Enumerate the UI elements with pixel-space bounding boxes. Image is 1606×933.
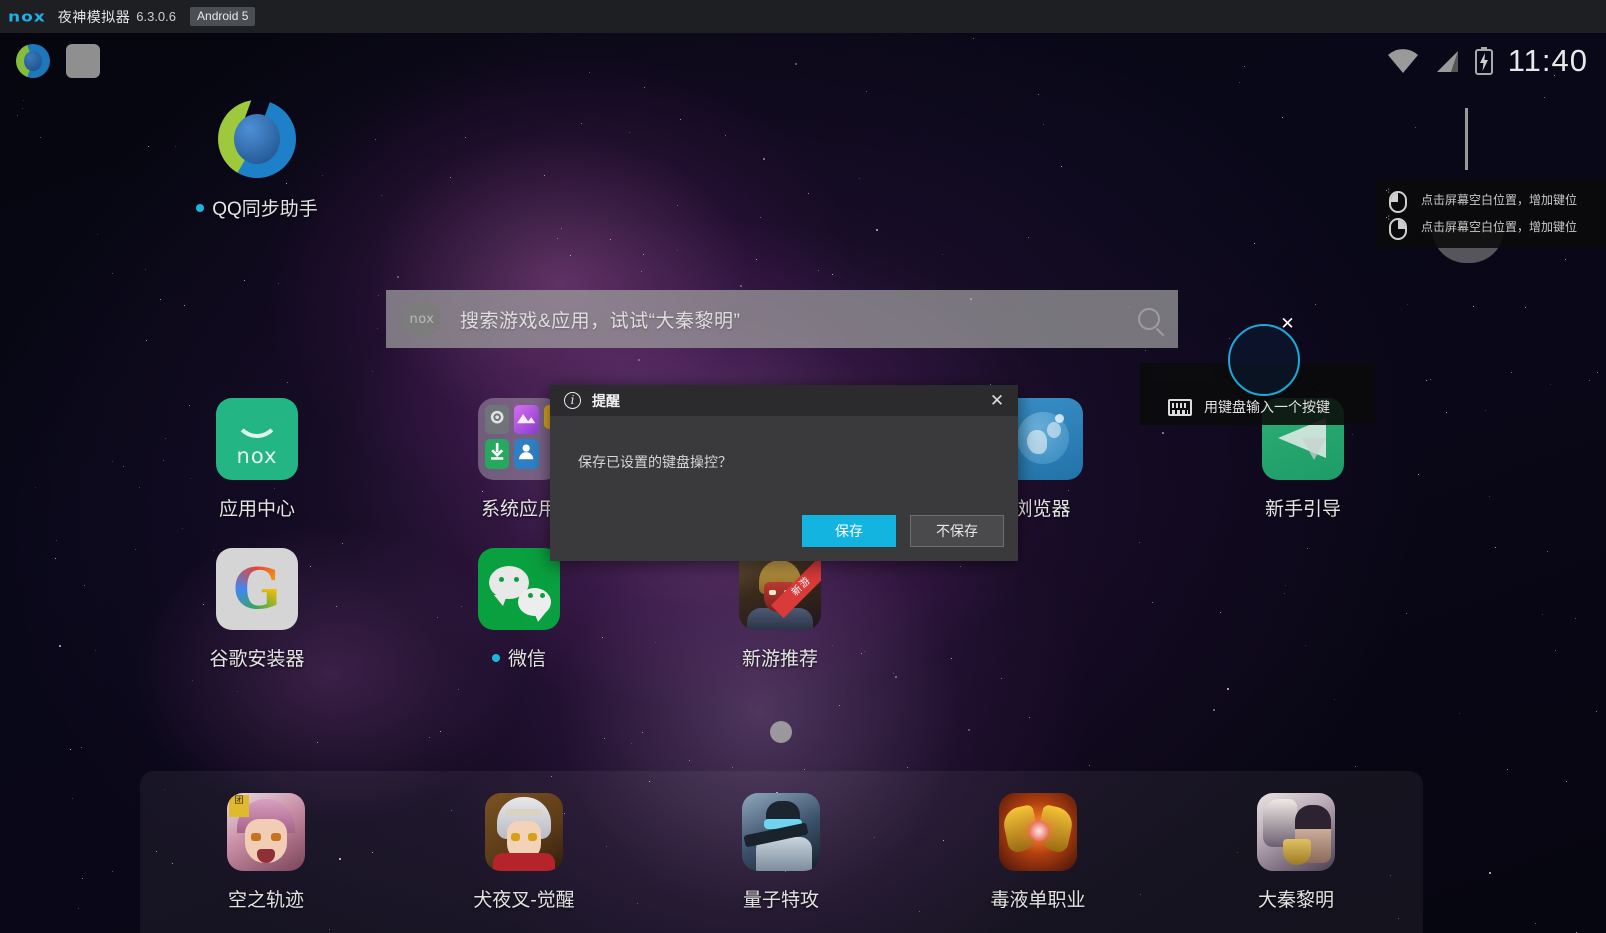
android-version-badge: Android 5: [190, 7, 256, 26]
gallery-icon: [514, 405, 539, 435]
qq-sync-icon: [16, 44, 50, 78]
dock-item-kong[interactable]: 团 空之轨迹: [176, 793, 356, 912]
dock-label: 犬夜叉-觉醒: [473, 890, 575, 911]
keyboard-icon: [1168, 398, 1192, 416]
dialog-buttons: 保存 不保存: [802, 515, 1004, 547]
nox-logo: nox: [8, 8, 46, 25]
dock-item-venom[interactable]: 毒液单职业: [948, 793, 1128, 912]
search-input[interactable]: 搜索游戏&应用，试试“大秦黎明”: [460, 306, 740, 333]
status-bar-notifications: [0, 44, 100, 78]
google-installer-icon: G: [216, 548, 298, 630]
app-label: 谷歌安装器: [209, 649, 305, 670]
contacts-icon: [514, 439, 539, 469]
keyboard-hint-text: 用键盘输入一个按键: [1204, 399, 1330, 415]
game-icon-quantum: [742, 793, 820, 871]
dock-label: 空之轨迹: [227, 890, 304, 911]
app-label: 微信: [439, 644, 599, 671]
game-icon-kong: 团: [227, 793, 305, 871]
search-icon[interactable]: [1138, 308, 1160, 330]
nox-emulator-window: nox 夜神模拟器 6.3.0.6 Android 5 11:40 QQ同步助手…: [0, 0, 1606, 933]
close-icon[interactable]: ✕: [986, 391, 1008, 410]
save-button[interactable]: 保存: [802, 515, 896, 547]
app-label: 应用中心: [218, 499, 295, 520]
window-titlebar: nox 夜神模拟器 6.3.0.6 Android 5: [0, 0, 1606, 33]
nox-app-center-icon: nox: [216, 398, 298, 480]
bottom-dock: 团 空之轨迹 犬夜叉-觉醒 量子特攻 毒液单职业 大秦黎明: [140, 771, 1423, 933]
dock-item-inuyasha[interactable]: 犬夜叉-觉醒: [434, 793, 614, 912]
info-icon: i: [564, 392, 581, 409]
keymap-hint-text: 点击屏幕空白位置，增加键位: [1421, 193, 1578, 207]
dialog-title: 提醒: [592, 392, 620, 409]
mouse-left-click-icon: ⁖: [1385, 186, 1407, 213]
app-icon-new-game-recommend[interactable]: 新游 新游推荐: [700, 548, 860, 671]
dock-label: 大秦黎明: [1257, 890, 1334, 911]
app-title: 夜神模拟器: [57, 8, 131, 25]
keymap-mouse-hint-panel: ⁖ 点击屏幕空白位置，增加键位 ⁖ 点击屏幕空白位置，增加键位: [1377, 178, 1606, 248]
game-icon-venom: [999, 793, 1077, 871]
keymap-vertical-line: [1465, 108, 1468, 170]
android-screen: 11:40 QQ同步助手 nox 应用中心 系统应用 浏览器 新手引导 G 谷歌…: [0, 33, 1606, 933]
app-label: 新游推荐: [741, 649, 818, 670]
keymap-hint-row: ⁖ 点击屏幕空白位置，增加键位: [1377, 213, 1606, 240]
recents-square-icon: [66, 44, 100, 78]
app-icon-google-installer[interactable]: G 谷歌安装器: [177, 548, 337, 671]
settings-icon: [485, 405, 510, 435]
qq-sync-app-icon: [216, 98, 298, 180]
new-dot-badge: [196, 204, 205, 212]
dock-item-daqin[interactable]: 大秦黎明: [1206, 793, 1386, 912]
search-bar[interactable]: nox 搜索游戏&应用，试试“大秦黎明”: [386, 290, 1178, 348]
downloads-icon: [485, 439, 510, 469]
save-keymap-dialog: i 提醒 ✕ 保存已设置的键盘操控？ 保存 不保存: [550, 385, 1018, 561]
status-bar-clock: 11:40: [1507, 43, 1588, 78]
wifi-icon: [1386, 48, 1420, 74]
home-indicator-dot[interactable]: [770, 721, 792, 743]
app-icon-wechat[interactable]: 微信: [439, 548, 599, 671]
nox-search-logo-icon: nox: [404, 299, 440, 339]
app-version: 6.3.0.6: [136, 9, 177, 24]
dock-label: 量子特攻: [742, 890, 819, 911]
new-dot-badge: [491, 654, 500, 662]
battery-charging-icon: [1474, 47, 1494, 75]
app-icon-qq-sync[interactable]: QQ同步助手: [177, 98, 337, 221]
game-icon-inuyasha: [485, 793, 563, 871]
keymap-hint-text: 点击屏幕空白位置，增加键位: [1421, 220, 1578, 234]
android-status-bar: 11:40: [0, 33, 1606, 89]
status-bar-system-icons: 11:40: [1386, 43, 1606, 79]
app-label: 新手引导: [1264, 499, 1341, 520]
dialog-titlebar: i 提醒 ✕: [550, 385, 1018, 416]
system-apps-folder-icon: [478, 398, 560, 480]
keyboard-hint-row: 用键盘输入一个按键: [1168, 397, 1330, 417]
game-icon-daqin: [1257, 793, 1335, 871]
mouse-right-click-icon: ⁖: [1385, 213, 1407, 240]
app-icon-app-center[interactable]: nox 应用中心: [177, 398, 337, 521]
dock-label: 毒液单职业: [990, 890, 1086, 911]
keymap-hint-row: ⁖ 点击屏幕空白位置，增加键位: [1377, 186, 1606, 213]
dialog-message: 保存已设置的键盘操控？: [578, 454, 732, 470]
signal-icon: [1434, 48, 1460, 74]
dock-item-quantum[interactable]: 量子特攻: [691, 793, 871, 912]
wechat-icon: [478, 548, 560, 630]
app-label: QQ同步助手: [177, 194, 337, 221]
dont-save-button[interactable]: 不保存: [910, 515, 1004, 547]
keymap-key-marker-close-icon[interactable]: ✕: [1279, 315, 1296, 332]
keymap-key-marker[interactable]: [1228, 324, 1300, 396]
